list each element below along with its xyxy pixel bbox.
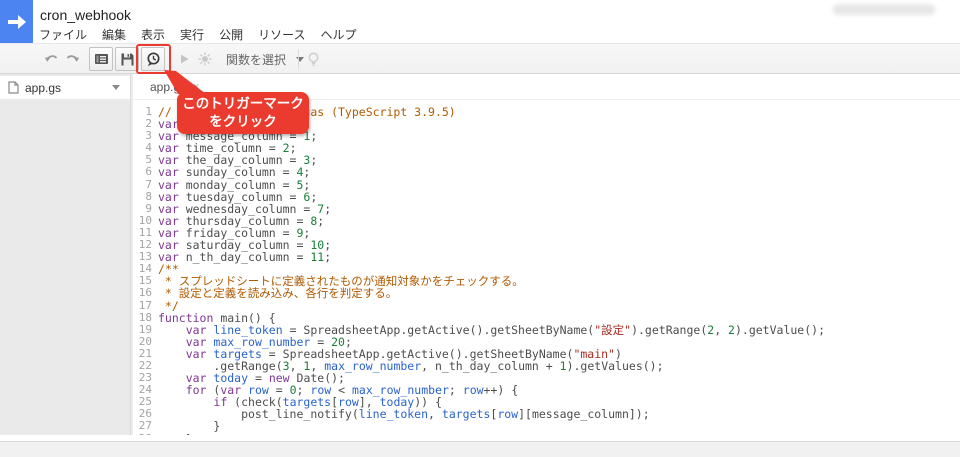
- line-number: 16: [133, 287, 152, 299]
- indent-icon: [94, 52, 109, 66]
- code-line: */: [158, 300, 960, 312]
- save-icon: [120, 52, 135, 67]
- line-number-gutter: 1234567891011121314151617181920212223242…: [133, 100, 152, 435]
- sidebar-item-app-gs[interactable]: app.gs: [0, 76, 130, 99]
- callout-text-line2: をクリック: [177, 113, 309, 131]
- menu-item[interactable]: 実行: [180, 26, 204, 43]
- line-number: 19: [133, 324, 152, 336]
- callout-bubble: このトリガーマーク をクリック: [177, 92, 309, 134]
- project-title: cron_webhook: [40, 7, 131, 23]
- line-number: 6: [133, 166, 152, 178]
- code-line: var n_th_day_column = 11;: [158, 251, 960, 263]
- footer-bar: [0, 441, 960, 457]
- code-area[interactable]: // Compiled using ts2gas (TypeScript 3.9…: [152, 100, 960, 435]
- code-line: post_line_notify(line_token, targets[row…: [158, 408, 960, 420]
- file-sidebar: app.gs: [0, 74, 130, 435]
- menu-item[interactable]: リソース: [258, 26, 305, 43]
- line-number: 8: [133, 191, 152, 203]
- code-line: * 設定と定義を読み込み、各行を判定する。: [158, 287, 960, 299]
- line-number: 17: [133, 300, 152, 312]
- menu-item[interactable]: 編集: [102, 26, 126, 43]
- callout-tail: [158, 70, 214, 94]
- indent-button[interactable]: [89, 47, 113, 71]
- function-select-dropdown[interactable]: 関数を選択: [222, 47, 308, 71]
- menubar: ファイル編集表示実行公開リソースヘルプ: [39, 26, 357, 43]
- menu-item[interactable]: 公開: [219, 26, 243, 43]
- function-select-label: 関数を選択: [226, 51, 286, 68]
- arrow-right-icon: [7, 14, 27, 30]
- callout-text-line1: このトリガーマーク: [177, 95, 309, 113]
- menu-item[interactable]: ヘルプ: [320, 26, 356, 43]
- toolbar-separator: [298, 49, 299, 69]
- sidebar-file-name: app.gs: [25, 81, 112, 95]
- line-number: 18: [133, 312, 152, 324]
- app-logo[interactable]: [0, 0, 33, 43]
- chevron-down-icon[interactable]: [112, 85, 120, 90]
- apps-script-editor-window: cron_webhook ファイル編集表示実行公開リソースヘルプ: [0, 0, 960, 457]
- debug-bug-icon[interactable]: [197, 51, 213, 67]
- line-number: 7: [133, 179, 152, 191]
- code-line: }: [158, 420, 960, 432]
- redo-icon[interactable]: [64, 51, 80, 67]
- lightbulb-icon[interactable]: [305, 51, 322, 68]
- run-play-icon[interactable]: [176, 51, 192, 67]
- menu-item[interactable]: ファイル: [39, 26, 87, 43]
- menu-item[interactable]: 表示: [141, 26, 165, 43]
- line-number: 27: [133, 420, 152, 432]
- redacted-account-info: [833, 4, 935, 15]
- header: cron_webhook ファイル編集表示実行公開リソースヘルプ: [0, 0, 960, 43]
- undo-icon[interactable]: [44, 51, 60, 67]
- code-editor: 1234567891011121314151617181920212223242…: [133, 100, 960, 435]
- file-document-icon: [8, 81, 19, 94]
